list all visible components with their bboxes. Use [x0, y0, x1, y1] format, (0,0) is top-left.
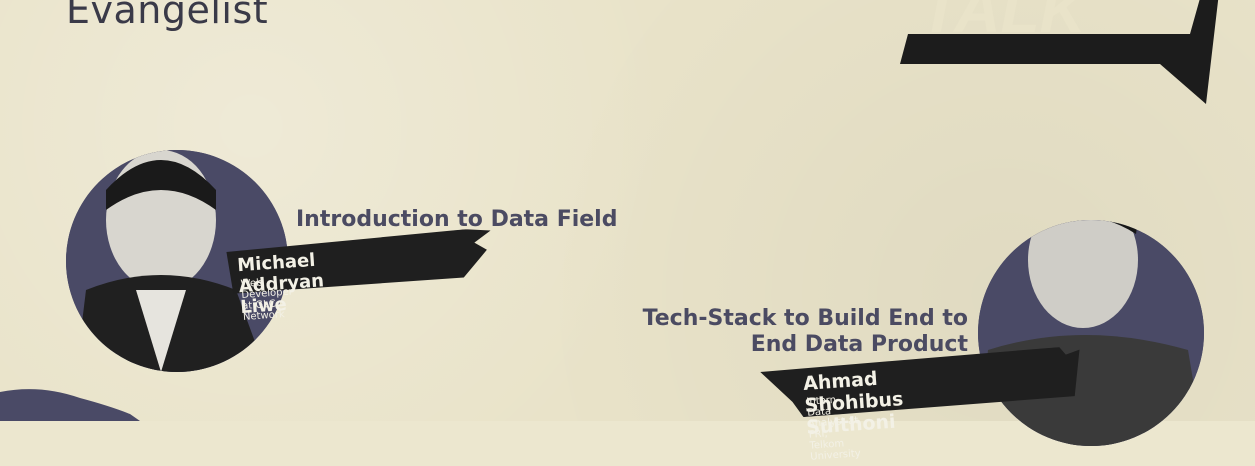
speaker-1-role: Web Developer at GLC Network	[240, 277, 294, 323]
talk-logo: TALK	[900, 0, 1219, 104]
speaker-2-topic: Tech-Stack to Build End to End Data Prod…	[642, 306, 968, 357]
section-heading: Evangelist	[66, 0, 269, 32]
speaker-2-role: Intern Data Analyst at FRI, Telkom Unive…	[806, 394, 862, 463]
torn-paper-edge	[0, 389, 140, 421]
talk-logo-text: TALK	[920, 0, 1091, 46]
speaker-photo-2	[978, 220, 1204, 446]
speaker-silhouette-2	[978, 220, 1204, 446]
